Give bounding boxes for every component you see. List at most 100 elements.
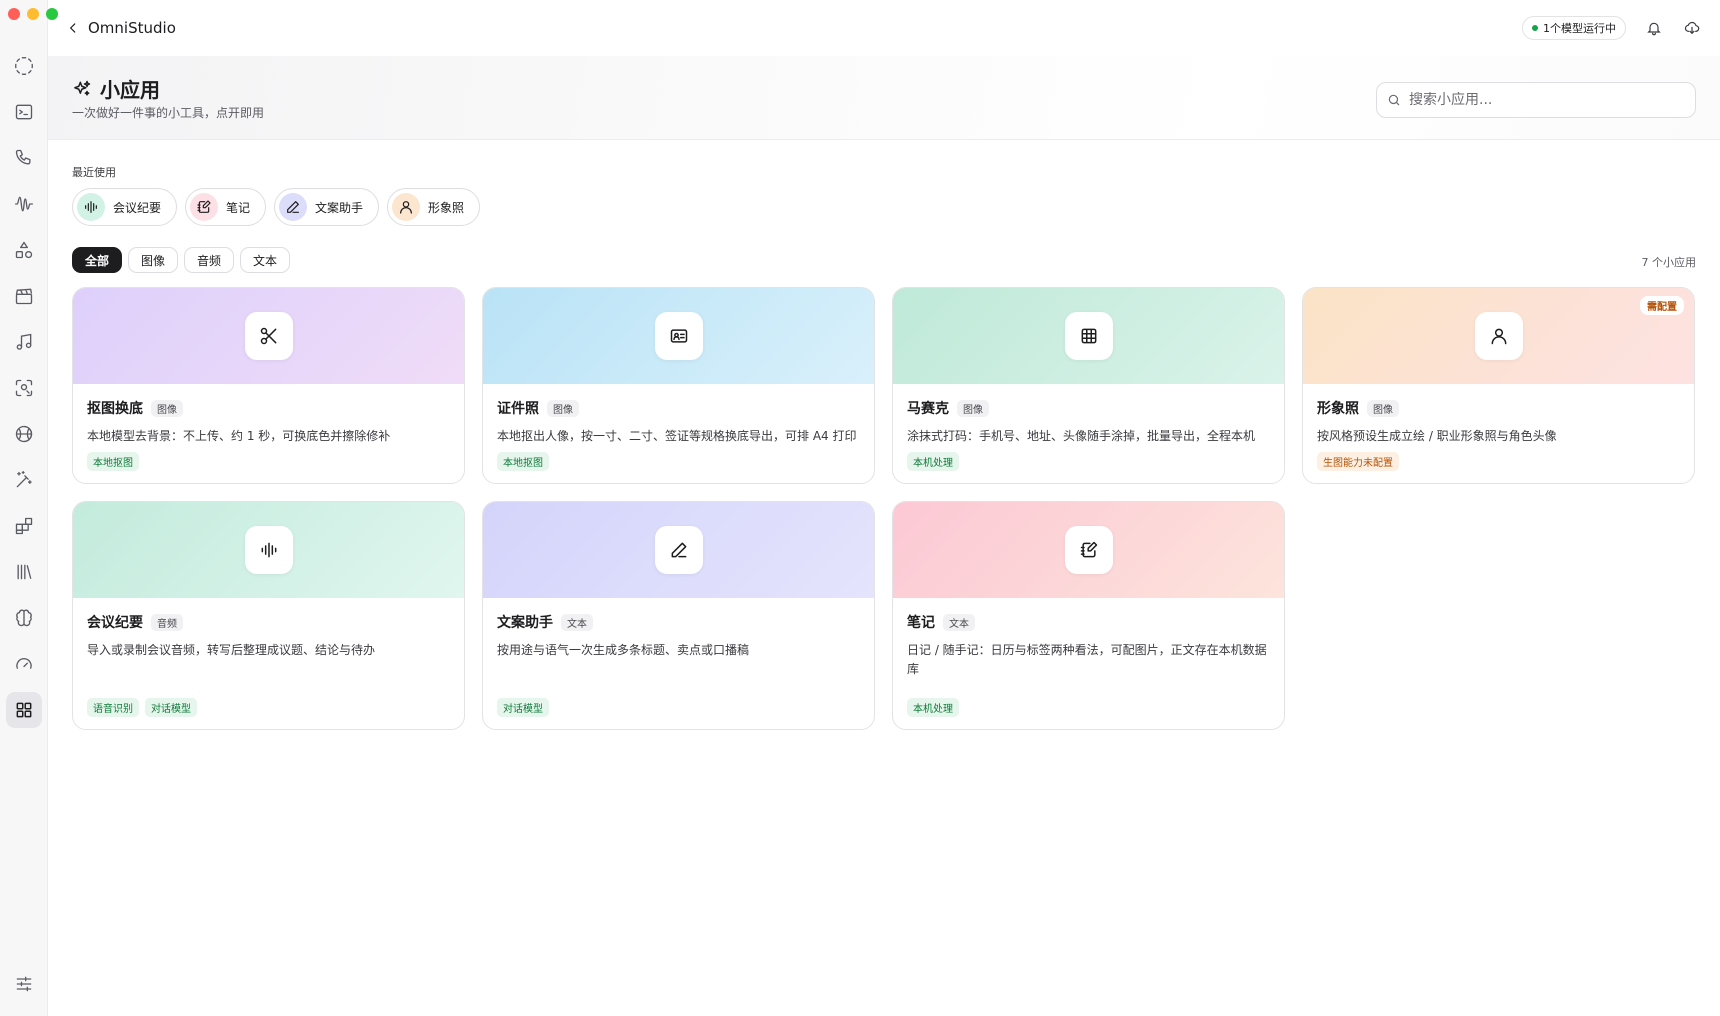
recent-chip-label: 形象照	[428, 200, 465, 215]
recent-chip-notes[interactable]: 笔记	[185, 188, 267, 226]
user-icon	[1474, 312, 1523, 360]
pen-icon	[654, 526, 703, 574]
close-window-button[interactable]	[8, 8, 20, 20]
card-title: 马赛克	[907, 401, 949, 417]
app-card-portrait[interactable]: 需配置 形象照 图像 按风格预设生成立绘 / 职业形象照与角色头像 生图能力未配…	[1302, 287, 1695, 484]
card-banner	[483, 502, 874, 598]
app-card-notes[interactable]: 笔记 文本 日记 / 随手记：日历与标签两种看法，可配图片，正文存在本机数据库 …	[892, 501, 1285, 730]
recent-chip-label: 会议纪要	[113, 200, 162, 215]
tab-image[interactable]: 图像	[128, 247, 179, 273]
app-title: OmniStudio	[88, 19, 176, 37]
magic-wand-icon[interactable]	[6, 462, 42, 498]
grid-icon	[1064, 312, 1113, 360]
needs-config-badge: 需配置	[1640, 296, 1684, 315]
card-title: 文案助手	[497, 615, 553, 631]
waveform-icon[interactable]	[6, 186, 42, 222]
capability-tag: 本机处理	[907, 698, 959, 717]
card-title: 证件照	[497, 401, 539, 417]
sparkles-icon	[74, 80, 91, 96]
app-card-meeting-notes[interactable]: 会议纪要 音频 导入或录制会议音频，转写后整理成议题、结论与待办 语音识别 对话…	[72, 501, 465, 730]
card-description: 日记 / 随手记：日历与标签两种看法，可配图片，正文存在本机数据库	[907, 643, 1267, 676]
search-input[interactable]	[1409, 92, 1685, 108]
brain-icon[interactable]	[6, 600, 42, 636]
page-title: 小应用	[72, 74, 160, 103]
apps-grid-icon[interactable]	[6, 692, 42, 728]
page-title-text: 小应用	[100, 78, 160, 102]
sliders-icon[interactable]	[6, 966, 42, 1002]
category-tag: 音频	[151, 613, 183, 631]
page-header: 小应用 一次做好一件事的小工具，点开即用	[48, 56, 1720, 140]
app-card-copy-assistant[interactable]: 文案助手 文本 按用途与语气一次生成多条标题、卖点或口播稿 对话模型	[482, 501, 875, 730]
category-tag: 文本	[943, 613, 975, 631]
status-dot-icon	[1532, 25, 1538, 31]
notebook-pen-icon	[1064, 526, 1113, 574]
tab-all[interactable]: 全部	[72, 247, 123, 273]
tab-text[interactable]: 文本	[240, 247, 291, 273]
scan-face-icon[interactable]	[6, 370, 42, 406]
gauge-icon[interactable]	[6, 646, 42, 682]
apps-grid: 抠图换底 图像 本地模型去背景：不上传、约 1 秒，可换底色并擦除修补 本地抠图…	[72, 287, 1696, 730]
recent-apps: 会议纪要 笔记 文案助手 形象照	[72, 188, 481, 226]
card-description: 本地模型去背景：不上传、约 1 秒，可换底色并擦除修补	[87, 429, 391, 443]
back-button[interactable]: OmniStudio	[66, 19, 176, 37]
card-banner: 需配置	[1303, 288, 1694, 384]
recent-chip-label: 文案助手	[315, 200, 364, 215]
card-description: 按风格预设生成立绘 / 职业形象照与角色头像	[1317, 429, 1557, 443]
card-description: 本地抠出人像，按一寸、二寸、签证等规格换底导出，可排 A4 打印	[497, 429, 857, 443]
recent-chip-label: 笔记	[226, 200, 251, 215]
card-title: 抠图换底	[87, 401, 143, 417]
capability-tag: 语音识别	[87, 698, 139, 717]
phone-icon[interactable]	[6, 140, 42, 176]
page-subtitle: 一次做好一件事的小工具，点开即用	[72, 106, 265, 120]
library-icon[interactable]	[6, 554, 42, 590]
filter-tabs: 全部 图像 音频 文本	[72, 247, 291, 273]
category-tag: 文本	[561, 613, 593, 631]
card-description: 导入或录制会议音频，转写后整理成议题、结论与待办	[87, 643, 376, 657]
category-tag: 图像	[1367, 399, 1399, 417]
model-status-text: 1个模型运行中	[1543, 22, 1616, 35]
loader-dashed-icon[interactable]	[6, 48, 42, 84]
search-icon	[1388, 94, 1400, 106]
music-icon[interactable]	[6, 324, 42, 360]
recent-chip-portrait[interactable]: 形象照	[387, 188, 481, 226]
bell-icon[interactable]	[1644, 18, 1664, 38]
recent-section-label: 最近使用	[72, 166, 116, 179]
card-banner	[893, 502, 1284, 598]
model-status-badge[interactable]: 1个模型运行中	[1522, 16, 1626, 40]
minimize-window-button[interactable]	[27, 8, 39, 20]
sidebar	[0, 0, 58, 1016]
card-description: 涂抹式打码：手机号、地址、头像随手涂掉，批量导出，全程本机	[907, 429, 1256, 443]
category-tag: 图像	[957, 399, 989, 417]
shapes-icon[interactable]	[6, 232, 42, 268]
card-banner	[73, 502, 464, 598]
app-count: 7 个小应用	[1641, 256, 1697, 269]
card-title: 笔记	[907, 615, 935, 631]
card-title: 会议纪要	[87, 615, 143, 631]
top-actions: 1个模型运行中	[1522, 16, 1702, 40]
capability-tag: 本地抠图	[497, 452, 549, 471]
basketball-icon[interactable]	[6, 416, 42, 452]
recent-chip-copy-assistant[interactable]: 文案助手	[274, 188, 380, 226]
card-banner	[893, 288, 1284, 384]
pen-icon	[279, 193, 308, 221]
chevron-left-icon	[69, 23, 76, 33]
top-bar: OmniStudio 1个模型运行中	[48, 0, 1720, 56]
card-banner	[483, 288, 874, 384]
app-card-mosaic[interactable]: 马赛克 图像 涂抹式打码：手机号、地址、头像随手涂掉，批量导出，全程本机 本机处…	[892, 287, 1285, 484]
clapperboard-icon[interactable]	[6, 278, 42, 314]
capability-tag: 本机处理	[907, 452, 959, 471]
app-card-id-photo[interactable]: 证件照 图像 本地抠出人像，按一寸、二寸、签证等规格换底导出，可排 A4 打印 …	[482, 287, 875, 484]
blocks-icon[interactable]	[6, 508, 42, 544]
user-icon	[392, 193, 421, 221]
terminal-icon[interactable]	[6, 94, 42, 130]
waveform-icon	[77, 193, 105, 221]
cloud-download-icon[interactable]	[1682, 18, 1702, 38]
recent-chip-meeting-notes[interactable]: 会议纪要	[72, 188, 178, 226]
id-card-icon	[654, 312, 703, 360]
scissors-icon	[244, 312, 293, 360]
tab-audio[interactable]: 音频	[184, 247, 235, 273]
search-box[interactable]	[1376, 82, 1696, 118]
app-card-cutout[interactable]: 抠图换底 图像 本地模型去背景：不上传、约 1 秒，可换底色并擦除修补 本地抠图	[72, 287, 465, 484]
capability-tag: 对话模型	[497, 698, 549, 717]
category-tag: 图像	[547, 399, 579, 417]
